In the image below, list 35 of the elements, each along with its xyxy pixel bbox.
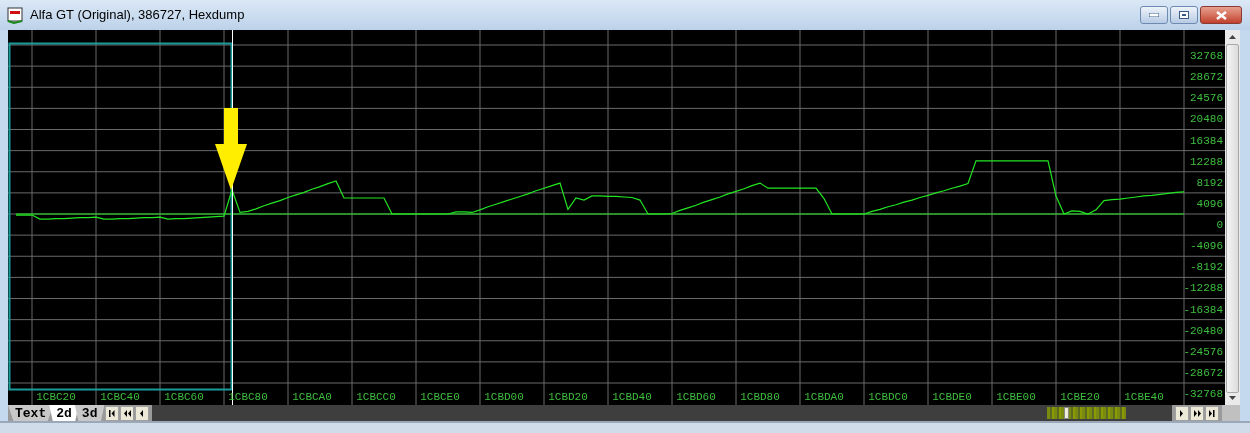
y-tick-label: 20480 <box>1190 113 1223 126</box>
y-tick-label: -20480 <box>1183 324 1223 337</box>
y-tick-label: 32768 <box>1190 50 1223 62</box>
y-tick-label: -32768 <box>1183 388 1223 400</box>
y-tick-label: 16384 <box>1190 134 1223 147</box>
y-tick-label: -16384 <box>1183 303 1223 316</box>
y-tick-label: -24576 <box>1183 345 1223 358</box>
x-tick-label: 1CBD20 <box>548 391 588 403</box>
x-tick-label: 1CBC60 <box>164 391 204 403</box>
y-tick-label: 12288 <box>1190 155 1223 168</box>
y-tick-label: -12288 <box>1183 282 1223 295</box>
y-tick-label: 8192 <box>1196 176 1223 189</box>
y-tick-label: -4096 <box>1190 240 1223 253</box>
x-tick-label: 1CBC40 <box>100 391 140 403</box>
x-tick-label: 1CBD80 <box>740 391 780 403</box>
x-tick-label: 1CBD40 <box>612 391 652 403</box>
x-tick-label: 1CBD00 <box>484 391 524 403</box>
x-tick-label: 1CBDA0 <box>804 391 844 403</box>
y-tick-label: -28672 <box>1183 366 1223 379</box>
x-tick-label: 1CBE40 <box>1124 391 1164 403</box>
y-tick-label: 0 <box>1216 219 1223 231</box>
y-tick-label: -8192 <box>1190 261 1223 274</box>
x-tick-label: 1CBE20 <box>1060 391 1100 403</box>
x-tick-label: 1CBDE0 <box>932 391 972 403</box>
window-title: Alfa GT (Original), 386727, Hexdump <box>30 6 245 25</box>
x-tick-label: 1CBCE0 <box>420 391 460 403</box>
x-tick-label: 1CBCA0 <box>292 391 332 403</box>
x-tick-label: 1CBDC0 <box>868 391 908 403</box>
x-tick-label: 1CBC20 <box>36 391 76 403</box>
x-tick-label: 1CBE00 <box>996 391 1036 403</box>
y-tick-label: 24576 <box>1190 92 1223 105</box>
x-tick-label: 1CBCC0 <box>356 391 396 403</box>
x-tick-label: 1CBD60 <box>676 391 716 403</box>
y-tick-label: 4096 <box>1196 197 1223 210</box>
y-tick-label: 28672 <box>1190 71 1223 84</box>
